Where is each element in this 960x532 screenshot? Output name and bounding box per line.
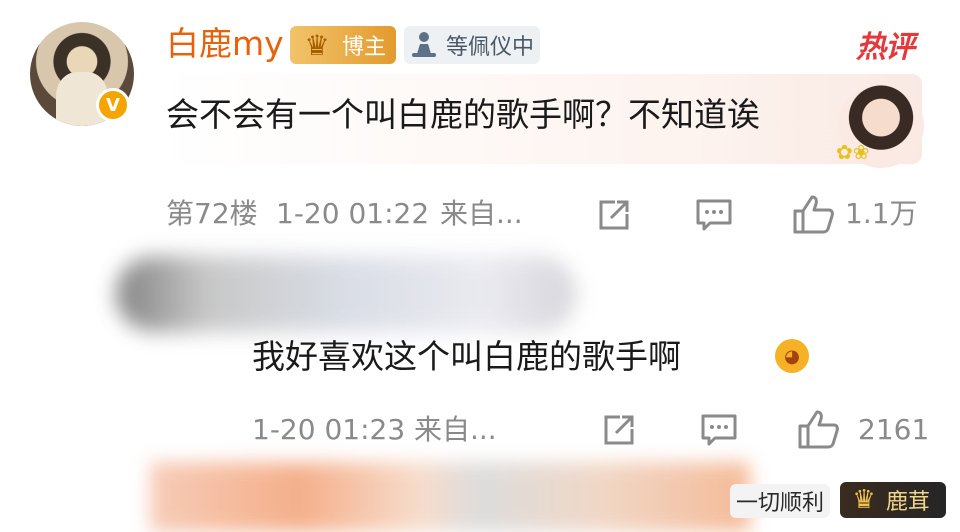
fan-badge-label: 鹿茸 xyxy=(886,490,931,515)
comment-time: 1-20 01:23 xyxy=(252,413,406,446)
blurred-commenter-info xyxy=(150,462,750,532)
crown-icon: ♛ xyxy=(852,485,876,515)
reply-button[interactable] xyxy=(696,199,732,231)
comment-time: 1-20 01:22 xyxy=(276,197,430,230)
thumbs-up-icon xyxy=(798,410,839,449)
meditation-figure-icon xyxy=(410,29,438,61)
like-count: 1.1万 xyxy=(845,197,918,230)
comment-source[interactable]: 来自... xyxy=(440,197,523,231)
share-icon xyxy=(604,415,634,445)
comment-icon xyxy=(701,414,737,446)
floor-number: 第72楼 xyxy=(166,197,258,230)
like-button[interactable] xyxy=(793,194,835,234)
flower-decoration-icon: ✿❀ xyxy=(836,140,870,164)
comment-icon xyxy=(696,199,732,231)
author-badge-label: 博主 xyxy=(342,35,387,60)
blurred-commenter-info xyxy=(116,256,576,332)
like-count: 2161 xyxy=(858,413,930,446)
user-tag: 一切顺利 xyxy=(730,484,830,518)
commenter-username[interactable]: 白鹿my xyxy=(166,24,284,64)
share-icon xyxy=(599,200,629,230)
comment-text: 会不会有一个叫白鹿的歌手啊？不知道诶 xyxy=(166,95,760,134)
comment-text: 我好喜欢这个叫白鹿的歌手啊 xyxy=(252,337,681,376)
hot-comment-tag: 热评 xyxy=(856,30,915,65)
comment-source[interactable]: 来自... xyxy=(414,413,497,447)
verified-badge-icon: V xyxy=(96,88,130,122)
like-button[interactable] xyxy=(798,409,840,449)
share-button[interactable] xyxy=(602,413,636,447)
share-button[interactable] xyxy=(597,198,631,232)
author-badge[interactable]: ♛ 博主 xyxy=(290,26,396,64)
reply-button[interactable] xyxy=(701,414,737,446)
fan-badge[interactable]: 等佩仪中 xyxy=(404,26,540,64)
fan-badge[interactable]: ♛ 鹿茸 xyxy=(840,482,946,518)
crown-icon: ♛ xyxy=(304,28,330,62)
thumbs-up-icon xyxy=(793,195,834,234)
fan-badge-label: 等佩仪中 xyxy=(446,35,535,60)
emoji-icon: ◕ xyxy=(775,339,809,373)
